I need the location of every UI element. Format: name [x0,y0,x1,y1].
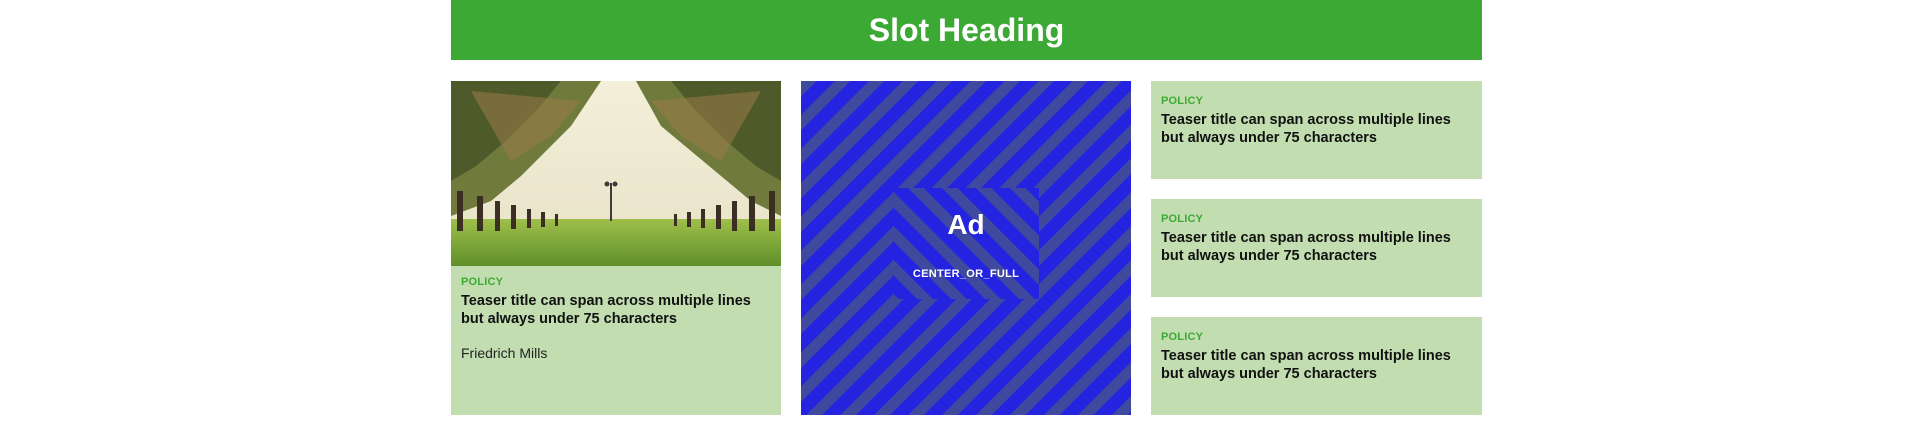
teaser-photo [451,81,781,266]
ad-label: Ad [947,209,985,240]
main-teaser-body: POLICY Teaser title can span across mult… [451,266,781,361]
teaser-grid: POLICY Teaser title can span across mult… [451,81,1482,415]
teaser-category[interactable]: POLICY [461,276,771,288]
main-teaser-card[interactable]: POLICY Teaser title can span across mult… [451,81,781,415]
side-teaser-card[interactable]: POLICY Teaser title can span across mult… [1151,199,1482,297]
teaser-category[interactable]: POLICY [1161,331,1472,343]
teaser-title[interactable]: Teaser title can span across multiple li… [461,292,771,328]
teaser-title[interactable]: Teaser title can span across multiple li… [1161,111,1472,147]
content-slot: Slot Heading POLICY Teaser title can spa… [451,0,1482,415]
ad-size-name: CENTER_OR_FULL [912,268,1020,280]
side-teaser-card[interactable]: POLICY Teaser title can span across mult… [1151,81,1482,179]
slot-heading: Slot Heading [451,0,1482,60]
side-teaser-card[interactable]: POLICY Teaser title can span across mult… [1151,317,1482,415]
teaser-title[interactable]: Teaser title can span across multiple li… [1161,229,1472,265]
teaser-category[interactable]: POLICY [1161,213,1472,225]
teaser-title[interactable]: Teaser title can span across multiple li… [1161,347,1472,383]
ad-stripe-pattern [801,81,1131,415]
teaser-author[interactable]: Friedrich Mills [461,345,771,361]
ad-placeholder[interactable]: Ad CENTER_OR_FULL [801,81,1131,415]
teaser-category[interactable]: POLICY [1161,95,1472,107]
